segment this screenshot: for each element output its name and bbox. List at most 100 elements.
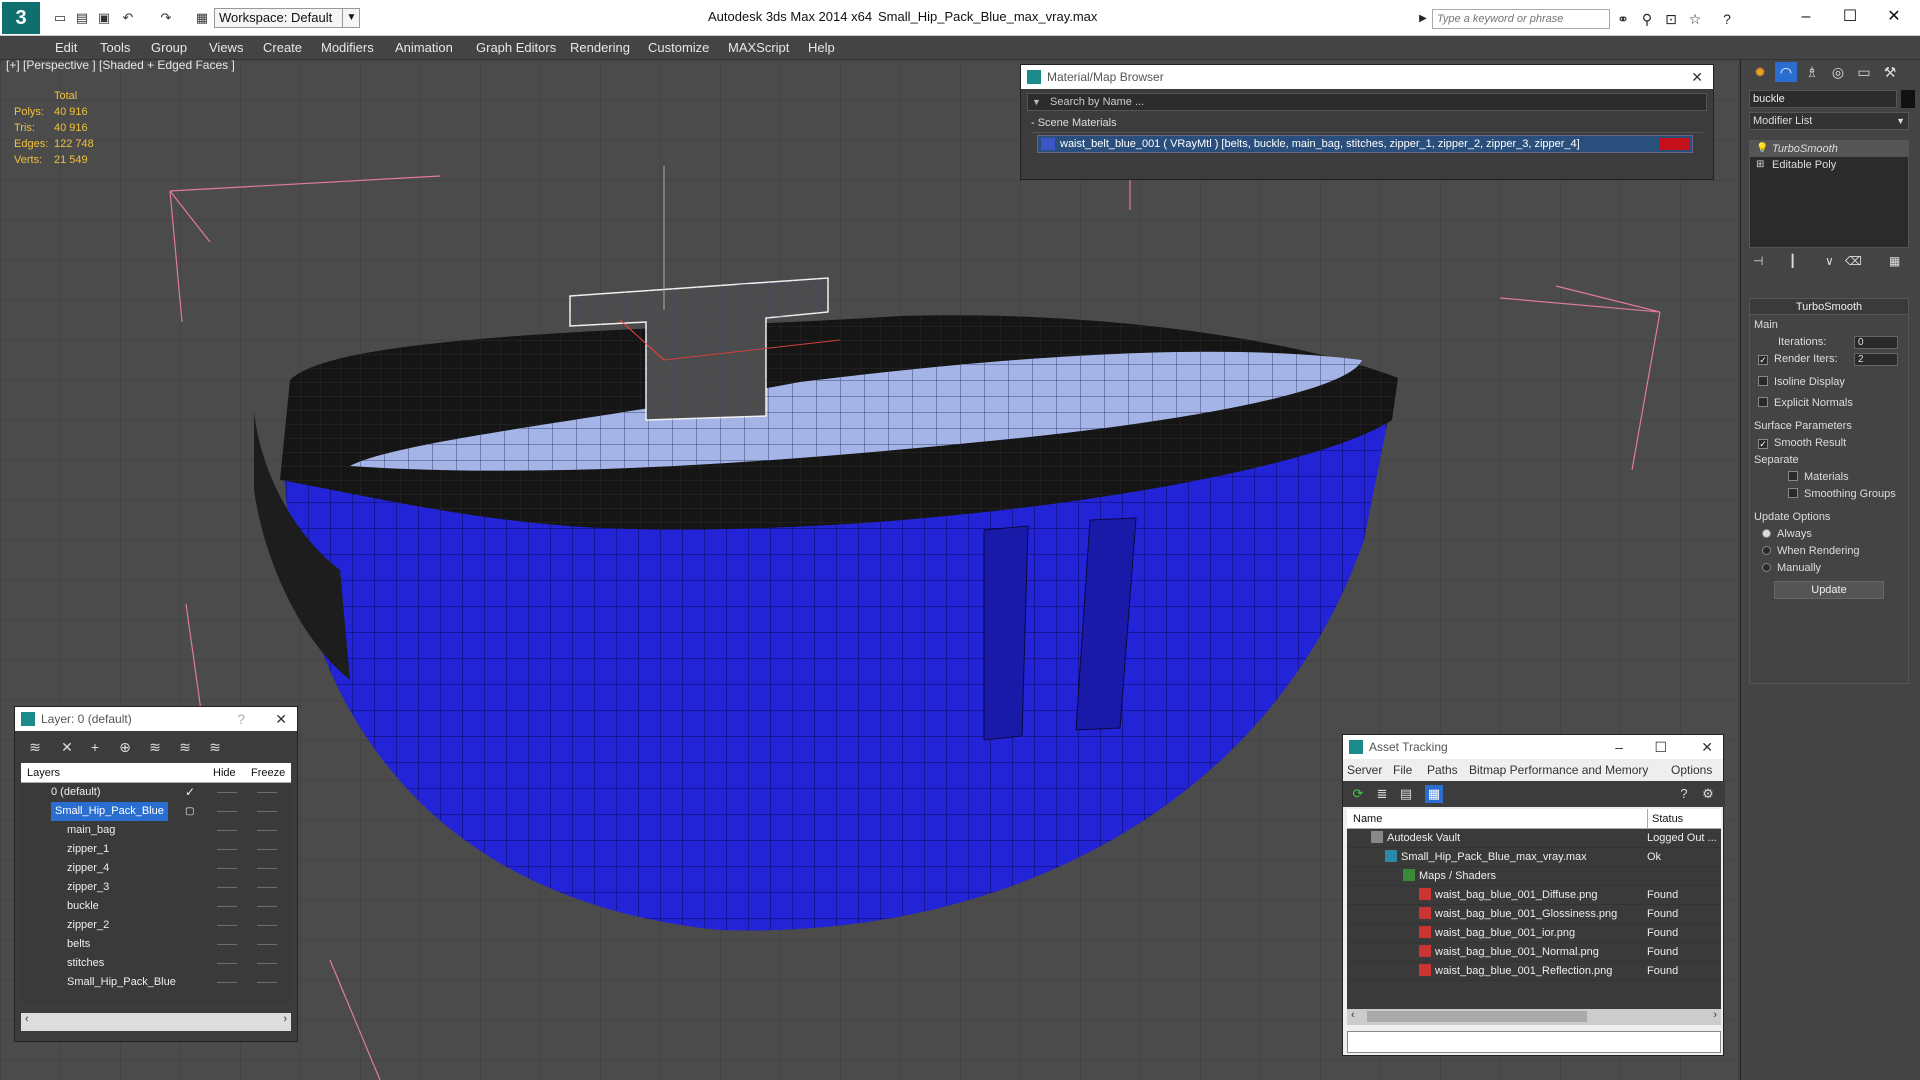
explicit-normals-checkbox[interactable] bbox=[1758, 397, 1768, 407]
object-row[interactable]: buckle —— —— bbox=[21, 897, 291, 916]
freeze-layers-icon[interactable]: ≋ bbox=[205, 737, 225, 757]
menu-animation[interactable]: Animation bbox=[395, 40, 453, 55]
app-logo-icon[interactable]: 3 bbox=[2, 2, 40, 34]
object-row[interactable]: zipper_4 —— —— bbox=[21, 859, 291, 878]
layers-toolbar-icon[interactable]: ≋ bbox=[25, 737, 45, 757]
menu-tools[interactable]: Tools bbox=[100, 40, 130, 55]
column-header-name[interactable]: Name bbox=[1353, 809, 1382, 829]
lightbulb-icon[interactable]: 💡 bbox=[1756, 141, 1768, 157]
stack-item-editable-poly[interactable]: ⊞ Editable Poly bbox=[1750, 157, 1908, 173]
minimize-icon[interactable]: – bbox=[1786, 4, 1826, 30]
layer-row-small-hip-pack-blue[interactable]: Small_Hip_Pack_Blue ▢ —— —— bbox=[21, 802, 291, 821]
menu-views[interactable]: Views bbox=[209, 40, 243, 55]
menu-edit[interactable]: Edit bbox=[55, 40, 77, 55]
settings-icon[interactable]: ⚙ bbox=[1699, 785, 1717, 803]
minimize-icon[interactable]: – bbox=[1615, 735, 1623, 759]
asset-menu-options[interactable]: Options bbox=[1671, 763, 1712, 777]
asset-menu-paths[interactable]: Paths bbox=[1427, 763, 1458, 777]
materials-row[interactable]: Materials bbox=[1754, 469, 1904, 486]
chevron-down-icon[interactable]: ▼ bbox=[342, 8, 360, 28]
make-unique-icon[interactable]: ∨ bbox=[1825, 254, 1834, 268]
menu-maxscript[interactable]: MAXScript bbox=[728, 40, 789, 55]
menu-group[interactable]: Group bbox=[151, 40, 187, 55]
asset-tracking-title-bar[interactable]: Asset Tracking – ☐ ✕ bbox=[1343, 735, 1723, 759]
remove-modifier-icon[interactable]: ⌫ bbox=[1845, 254, 1862, 268]
scene-materials-group[interactable]: - Scene Materials bbox=[1031, 117, 1703, 133]
menu-modifiers[interactable]: Modifiers bbox=[321, 40, 374, 55]
close-icon[interactable]: ✕ bbox=[275, 707, 287, 731]
workspace-dropdown[interactable]: Workspace: Default bbox=[214, 8, 360, 28]
menu-rendering[interactable]: Rendering bbox=[570, 40, 630, 55]
close-icon[interactable]: ✕ bbox=[1691, 65, 1703, 89]
asset-path-field[interactable] bbox=[1347, 1031, 1721, 1053]
update-always-row[interactable]: Always bbox=[1754, 526, 1904, 543]
expand-plus-icon[interactable]: ⊞ bbox=[1756, 157, 1764, 173]
render-iters-checkbox[interactable]: ✓ bbox=[1758, 355, 1768, 365]
viewport-label[interactable]: [+] [Perspective ] [Shaded + Edged Faces… bbox=[6, 58, 235, 72]
column-header-status[interactable]: Status bbox=[1647, 809, 1683, 829]
scroll-thumb[interactable] bbox=[1367, 1011, 1587, 1022]
thumbnail-view-icon[interactable]: ▤ bbox=[1397, 785, 1415, 803]
menu-help[interactable]: Help bbox=[808, 40, 835, 55]
show-end-result-icon[interactable]: ┃ bbox=[1789, 254, 1796, 268]
close-icon[interactable]: ✕ bbox=[1874, 4, 1914, 30]
asset-menu-file[interactable]: File bbox=[1393, 763, 1412, 777]
object-row[interactable]: stitches —— —— bbox=[21, 954, 291, 973]
modifier-list-dropdown[interactable]: Modifier List ▼ bbox=[1749, 112, 1909, 130]
object-row[interactable]: main_bag —— —— bbox=[21, 821, 291, 840]
chevron-right-icon[interactable]: ▶ bbox=[1414, 10, 1432, 28]
material-item[interactable]: waist_belt_blue_001 ( VRayMtl ) [belts, … bbox=[1037, 135, 1693, 153]
asset-row[interactable]: Maps / Shaders bbox=[1347, 867, 1721, 886]
update-button[interactable]: Update bbox=[1774, 581, 1884, 599]
pin-stack-icon[interactable]: ⊣ bbox=[1753, 254, 1763, 268]
column-header-layers[interactable]: Layers bbox=[27, 763, 60, 783]
maximize-icon[interactable]: ☐ bbox=[1654, 735, 1667, 759]
stack-item-turbosmooth[interactable]: 💡 TurboSmooth bbox=[1750, 141, 1908, 157]
refresh-icon[interactable]: ⟳ bbox=[1349, 785, 1367, 803]
search-options-chevron-icon[interactable]: ▼ bbox=[1032, 94, 1041, 110]
object-row[interactable]: belts —— —— bbox=[21, 935, 291, 954]
redo-icon[interactable]: ↷ bbox=[158, 10, 174, 26]
exchange-icon[interactable]: ⊡ bbox=[1662, 10, 1680, 28]
smoothing-groups-row[interactable]: Smoothing Groups bbox=[1754, 486, 1904, 503]
layer-explorer-title-bar[interactable]: Layer: 0 (default) ? ✕ bbox=[15, 707, 297, 731]
asset-menu-bitmap-performance[interactable]: Bitmap Performance and Memory bbox=[1469, 763, 1648, 777]
create-tab-icon[interactable]: ✹ bbox=[1749, 62, 1771, 82]
hide-layers-icon[interactable]: ≋ bbox=[175, 737, 195, 757]
material-browser-title-bar[interactable]: Material/Map Browser ✕ bbox=[1021, 65, 1713, 89]
display-tab-icon[interactable]: ▭ bbox=[1853, 62, 1875, 82]
isoline-display-checkbox[interactable] bbox=[1758, 376, 1768, 386]
open-file-icon[interactable]: ▤ bbox=[74, 10, 90, 26]
utilities-tab-icon[interactable]: ⚒ bbox=[1879, 62, 1901, 82]
when-rendering-radio[interactable] bbox=[1762, 546, 1771, 555]
configure-modifier-sets-icon[interactable]: ▦ bbox=[1889, 254, 1900, 268]
asset-row[interactable]: Small_Hip_Pack_Blue_max_vray.max Ok bbox=[1347, 848, 1721, 867]
scroll-left-icon[interactable]: ‹ bbox=[1351, 1009, 1355, 1021]
layer-horizontal-scrollbar[interactable]: ‹ › bbox=[21, 1013, 291, 1031]
turbosmooth-rollout-title[interactable]: TurboSmooth bbox=[1750, 299, 1908, 315]
update-manually-row[interactable]: Manually bbox=[1754, 560, 1904, 577]
iterations-spinner[interactable]: 0 bbox=[1854, 336, 1898, 349]
maximize-icon[interactable]: ☐ bbox=[1830, 4, 1870, 30]
favorites-star-icon[interactable]: ☆ bbox=[1686, 10, 1704, 28]
list-view-icon[interactable]: ≣ bbox=[1373, 785, 1391, 803]
scroll-right-icon[interactable]: › bbox=[283, 1013, 287, 1025]
column-header-freeze[interactable]: Freeze bbox=[251, 763, 285, 783]
object-row[interactable]: Small_Hip_Pack_Blue —— —— bbox=[21, 973, 291, 992]
delete-layer-icon[interactable]: ✕ bbox=[57, 737, 77, 757]
menu-create[interactable]: Create bbox=[263, 40, 302, 55]
object-row[interactable]: zipper_3 —— —— bbox=[21, 878, 291, 897]
isoline-display-row[interactable]: Isoline Display bbox=[1754, 374, 1904, 391]
asset-row[interactable]: waist_bag_blue_001_ior.png Found bbox=[1347, 924, 1721, 943]
materials-checkbox[interactable] bbox=[1788, 471, 1798, 481]
update-when-rendering-row[interactable]: When Rendering bbox=[1754, 543, 1904, 560]
help-icon[interactable]: ? bbox=[1675, 785, 1693, 803]
asset-menu-server[interactable]: Server bbox=[1347, 763, 1382, 777]
always-radio[interactable] bbox=[1762, 529, 1771, 538]
create-layer-icon[interactable]: + bbox=[85, 737, 105, 757]
communication-center-icon[interactable]: ⚲ bbox=[1638, 10, 1656, 28]
material-search-input[interactable]: ▼ Search by Name ... bbox=[1027, 93, 1707, 111]
asset-horizontal-scrollbar[interactable]: ‹ › bbox=[1347, 1009, 1721, 1025]
asset-row[interactable]: waist_bag_blue_001_Diffuse.png Found bbox=[1347, 886, 1721, 905]
modify-tab-icon[interactable]: ◠ bbox=[1775, 62, 1797, 82]
